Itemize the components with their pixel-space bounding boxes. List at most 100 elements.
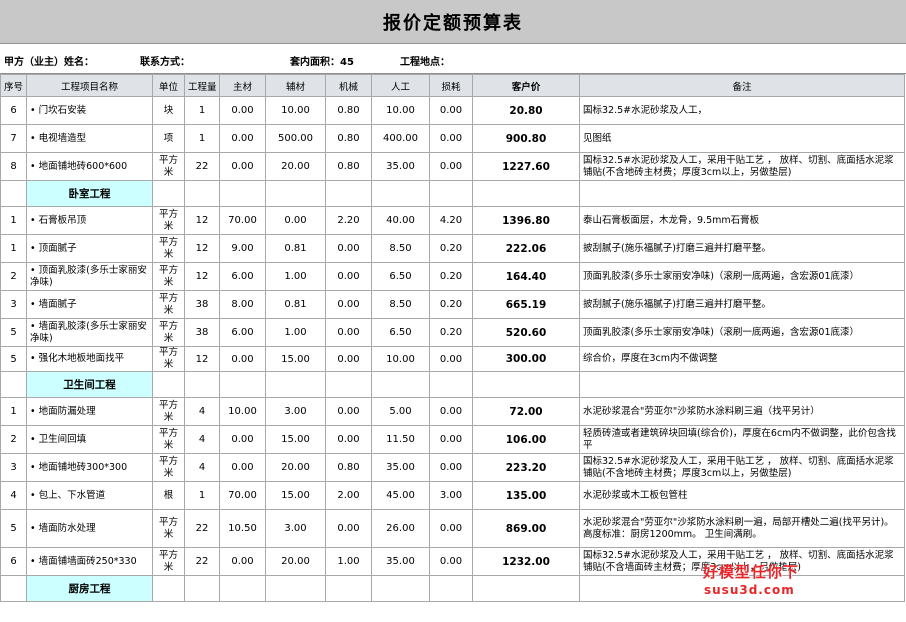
row-main-material: 0.00	[219, 152, 266, 181]
row-main-material: 8.00	[219, 290, 266, 319]
empty-cell	[184, 371, 220, 398]
row-machinery: 1.00	[325, 547, 372, 576]
row-unit: 平方米	[152, 397, 185, 426]
row-loss: 0.20	[429, 234, 473, 263]
row-main-material: 0.00	[219, 346, 266, 372]
row-client-price: 520.60	[472, 318, 580, 347]
table-row: 4 • 包上、下水管道根 1 70.00 15.00 2.00 45.00 3.00 135.0…	[0, 481, 905, 510]
row-machinery: 0.80	[325, 453, 372, 482]
empty-cell	[325, 575, 372, 602]
row-name: • 顶面乳胶漆(多乐士家丽安净味)	[26, 262, 153, 291]
table-row: 1 • 石膏板吊顶 平方米 12 70.00 0.00 2.20 40.00 4.20 1396.…	[0, 206, 905, 235]
empty-cell	[429, 575, 473, 602]
row-labor: 40.00	[371, 206, 430, 235]
row-labor: 26.00	[371, 509, 430, 548]
row-unit: 平方米	[152, 234, 185, 263]
table-row: 5 • 强化木地板地面找平 平方米 12 0.00 15.00 0.00 10.00 0.00 3…	[0, 346, 905, 372]
empty-cell	[184, 180, 220, 207]
row-note: 水泥砂浆混合"劳亚尔"沙浆防水涂料刷一遍，局部开槽处二遍(找平另计)。高度标准：…	[579, 509, 905, 548]
header-labor: 人工	[371, 74, 430, 97]
row-no: 5	[0, 346, 27, 372]
row-machinery: 0.00	[325, 346, 372, 372]
row-unit: 平方米	[152, 453, 185, 482]
row-loss: 0.00	[429, 453, 473, 482]
row-loss: 0.00	[429, 96, 473, 125]
client-info-bar: 甲方（业主）姓名： 联系方式： 套内面积：45 工程地点：	[0, 44, 906, 74]
row-note: 见图纸	[579, 124, 905, 153]
row-labor: 45.00	[371, 481, 430, 510]
row-main-material: 70.00	[219, 206, 266, 235]
row-no: 8	[0, 152, 27, 181]
row-loss: 0.00	[429, 547, 473, 576]
row-no: 4	[0, 481, 27, 510]
section-title: 卧室工程	[26, 180, 153, 207]
row-note: 披刮腻子(施乐福腻子)打磨三遍并打磨平整。	[579, 290, 905, 319]
row-labor: 35.00	[371, 152, 430, 181]
section-title: 厨房工程	[26, 575, 153, 602]
row-aux-material: 15.00	[265, 481, 326, 510]
row-client-price: 1396.80	[472, 206, 580, 235]
row-aux-material: 1.00	[265, 318, 326, 347]
empty-cell	[371, 180, 430, 207]
table-row: 5 • 墙面乳胶漆(多乐士家丽安净味) 平方米 38 6.00 1.00 0.00 6.50 0…	[0, 318, 905, 347]
row-aux-material: 1.00	[265, 262, 326, 291]
row-no: 1	[0, 397, 27, 426]
contact-label: 联系方式：	[140, 57, 190, 68]
row-labor: 11.50	[371, 425, 430, 454]
empty-cell	[265, 371, 326, 398]
section-row: 卧室工程	[0, 180, 905, 207]
section-spacer	[0, 575, 27, 602]
row-main-material: 0.00	[219, 547, 266, 576]
empty-cell	[579, 180, 905, 207]
row-machinery: 0.80	[325, 124, 372, 153]
row-client-price: 135.00	[472, 481, 580, 510]
section-spacer	[0, 371, 27, 398]
header-row: 序号 工程项目名称 单位 工程量 主材 辅材 机械 人工 损耗 客户价 备注	[0, 74, 905, 97]
quote-table: 序号 工程项目名称 单位 工程量 主材 辅材 机械 人工 损耗 客户价 备注 6…	[0, 74, 905, 602]
row-aux-material: 3.00	[265, 509, 326, 548]
table-row: 5 • 墙面防水处理 平方米 22 10.50 3.00 0.00 26.00 0.00 869.…	[0, 509, 905, 548]
empty-cell	[429, 180, 473, 207]
row-client-price: 164.40	[472, 262, 580, 291]
row-machinery: 0.80	[325, 96, 372, 125]
header-client-price: 客户价	[472, 74, 580, 97]
row-client-price: 869.00	[472, 509, 580, 548]
row-main-material: 6.00	[219, 262, 266, 291]
row-loss: 0.20	[429, 262, 473, 291]
row-client-price: 106.00	[472, 425, 580, 454]
row-qty: 12	[184, 206, 220, 235]
row-unit: 平方米	[152, 262, 185, 291]
row-machinery: 0.00	[325, 425, 372, 454]
row-qty: 1	[184, 96, 220, 125]
table-body: 6 • 门坎石安装块 1 0.00 10.00 0.80 10.00 0.00 20.80 国标3…	[0, 96, 905, 602]
row-main-material: 6.00	[219, 318, 266, 347]
row-main-material: 0.00	[219, 453, 266, 482]
row-client-price: 223.20	[472, 453, 580, 482]
row-name: • 强化木地板地面找平	[26, 346, 153, 372]
row-no: 3	[0, 290, 27, 319]
row-client-price: 300.00	[472, 346, 580, 372]
header-qty: 工程量	[184, 74, 220, 97]
row-loss: 0.00	[429, 397, 473, 426]
table-row: 3 • 地面铺地砖300*300 平方米 4 0.00 20.00 0.80 35.00 0.0…	[0, 453, 905, 482]
empty-cell	[265, 575, 326, 602]
row-no: 6	[0, 547, 27, 576]
row-machinery: 0.00	[325, 290, 372, 319]
row-client-price: 900.80	[472, 124, 580, 153]
row-labor: 35.00	[371, 547, 430, 576]
table-row: 1 • 地面防漏处理 平方米 4 10.00 3.00 0.00 5.00 0.00 72.00 水…	[0, 397, 905, 426]
row-labor: 8.50	[371, 290, 430, 319]
row-note: 国标32.5#水泥砂浆及人工，采用干贴工艺 ， 放样、切割、底面括水泥浆铺贴(不…	[579, 152, 905, 181]
empty-cell	[152, 180, 185, 207]
empty-cell	[325, 180, 372, 207]
row-aux-material: 0.81	[265, 234, 326, 263]
row-note: 顶面乳胶漆(多乐士家丽安净味)（滚刷一底两遍，含宏源01底漆）	[579, 262, 905, 291]
row-note: 披刮腻子(施乐福腻子)打磨三遍并打磨平整。	[579, 234, 905, 263]
row-name: • 电视墙造型	[26, 124, 153, 153]
table-row: 2 • 卫生间回填 平方米 4 0.00 15.00 0.00 11.50 0.00 106.00…	[0, 425, 905, 454]
row-qty: 4	[184, 425, 220, 454]
row-main-material: 10.50	[219, 509, 266, 548]
section-title: 卫生间工程	[26, 371, 153, 398]
row-note: 国标32.5#水泥砂浆及人工，	[579, 96, 905, 125]
row-no: 1	[0, 234, 27, 263]
